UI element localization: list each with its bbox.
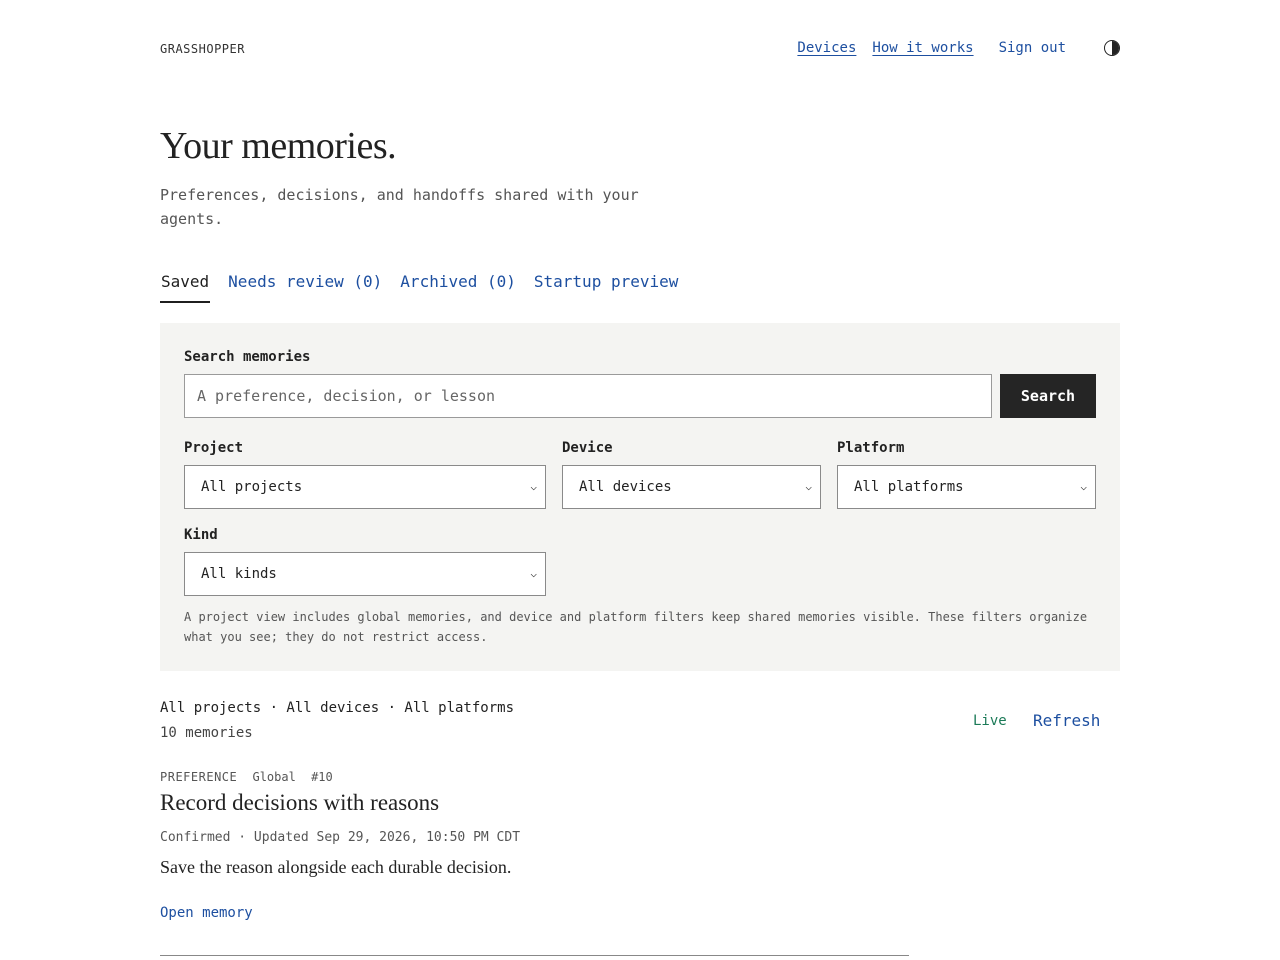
brand-logo-text[interactable]: GRASSHOPPER [160,42,245,56]
project-select-value: All projects [201,479,303,495]
nav-link-how-it-works[interactable]: How it works [872,40,973,56]
search-button[interactable]: Search [1000,374,1096,418]
project-label: Project [184,440,244,456]
platform-select[interactable]: All platforms ⌵ [837,465,1096,509]
top-nav: Devices How it works Sign out [797,40,1120,56]
tab-startup-preview[interactable]: Startup preview [534,272,679,303]
page-title: Your memories. [160,125,397,167]
memory-status: Confirmed · Updated Sep 29, 2026, 10:50 … [160,830,521,845]
memory-meta: PREFERENCE Global #10 [160,770,341,784]
platform-label: Platform [837,440,905,456]
memory-body: Save the reason alongside each durable d… [160,857,512,877]
project-select[interactable]: All projects ⌵ [184,465,546,509]
divider [160,955,909,956]
tab-saved[interactable]: Saved [160,272,211,303]
tab-archived[interactable]: Archived (0) [400,272,516,303]
chevron-down-icon: ⌵ [1080,480,1087,493]
device-select-value: All devices [579,479,672,495]
site-header: GRASSHOPPER Devices How it works Sign ou… [160,36,1120,66]
nav-link-devices[interactable]: Devices [797,40,856,56]
chevron-down-icon: ⌵ [805,480,812,493]
page-subtitle: Preferences, decisions, and handoffs sha… [160,186,639,228]
device-select[interactable]: All devices ⌵ [562,465,821,509]
chevron-down-icon: ⌵ [530,480,537,493]
results-count: 10 memories [160,725,253,741]
kind-select[interactable]: All kinds ⌵ [184,552,546,596]
kind-label: Kind [184,527,218,543]
memory-kind-badge: PREFERENCE [160,770,238,784]
kind-select-value: All kinds [201,566,277,582]
chevron-down-icon: ⌵ [530,567,537,580]
search-input[interactable] [184,374,992,418]
device-label: Device [562,440,613,456]
memory-scope-badge: Global [252,770,296,784]
memory-tabs: Saved Needs review (0) Archived (0) Star… [160,272,696,303]
results-scope: All projects · All devices · All platfor… [160,700,515,716]
open-memory-link[interactable]: Open memory [160,905,253,921]
theme-toggle-icon[interactable] [1104,40,1120,56]
tab-needs-review[interactable]: Needs review (0) [228,272,382,303]
search-label: Search memories [184,349,311,365]
refresh-button[interactable]: Refresh [1033,711,1100,730]
platform-select-value: All platforms [854,479,964,495]
live-status-indicator: Live [973,713,1007,729]
filter-help-text: A project view includes global memories,… [184,610,1088,644]
filter-panel: Search memories Search Project All proje… [160,323,1120,671]
memory-title: Record decisions with reasons [160,790,440,815]
sign-out-link[interactable]: Sign out [999,40,1066,56]
memory-id: #10 [311,770,333,784]
